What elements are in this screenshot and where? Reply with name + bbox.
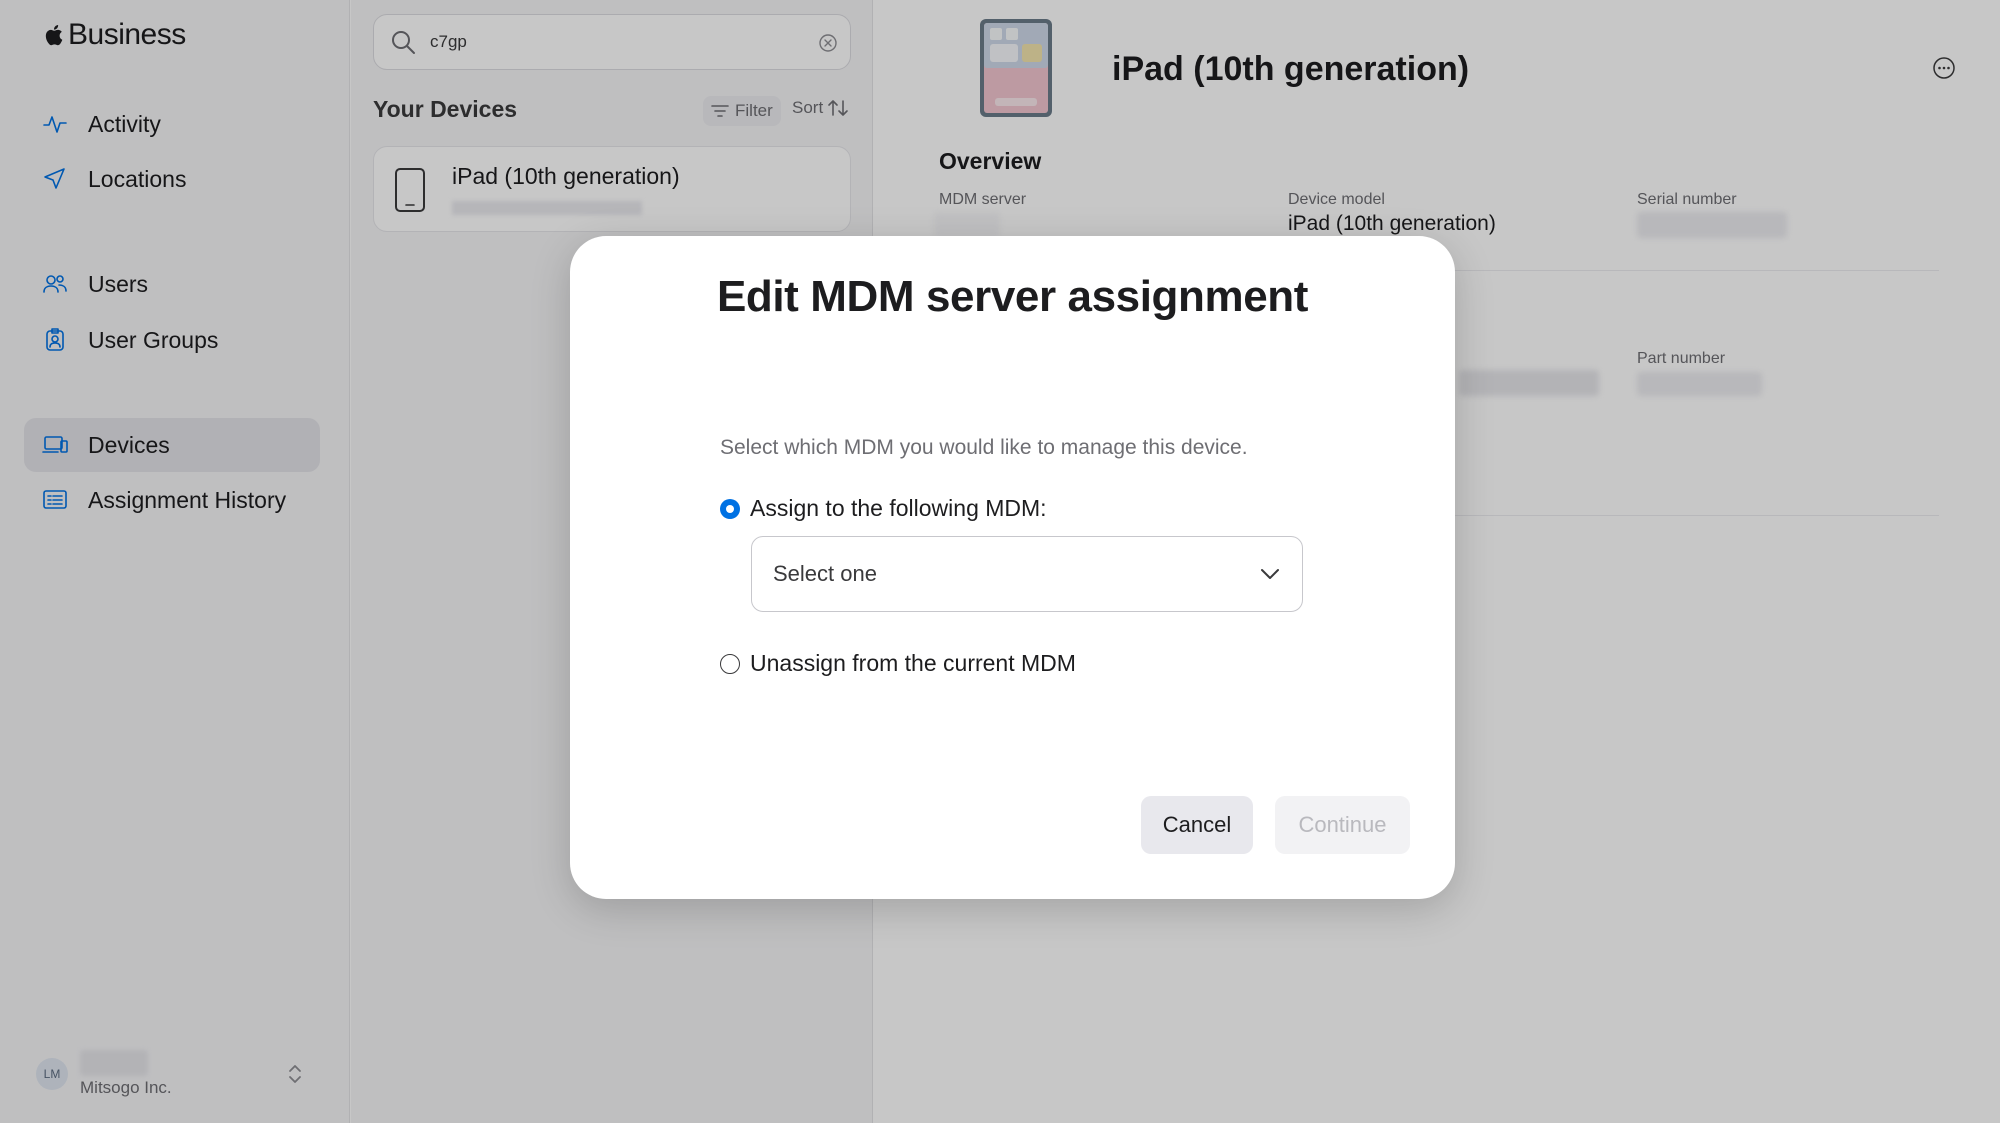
- unassign-radio-label: Unassign from the current MDM: [750, 650, 1076, 676]
- mdm-select-value: Select one: [773, 561, 877, 586]
- edit-mdm-assignment-dialog: Edit MDM server assignment Select which …: [570, 236, 1455, 899]
- mdm-server-select[interactable]: Select one: [751, 536, 1303, 612]
- chevron-down-icon: [1261, 569, 1279, 579]
- assign-radio-button[interactable]: [720, 498, 740, 519]
- unassign-mdm-option[interactable]: Unassign from the current MDM: [720, 650, 1076, 677]
- dialog-title: Edit MDM server assignment: [716, 272, 1309, 321]
- assign-radio-label: Assign to the following MDM:: [750, 495, 1047, 521]
- dialog-description: Select which MDM you would like to manag…: [720, 436, 1248, 459]
- cancel-button[interactable]: Cancel: [1141, 796, 1253, 854]
- assign-mdm-option[interactable]: Assign to the following MDM:: [720, 495, 1047, 522]
- unassign-radio-button[interactable]: [720, 653, 740, 674]
- continue-button[interactable]: Continue: [1275, 796, 1410, 854]
